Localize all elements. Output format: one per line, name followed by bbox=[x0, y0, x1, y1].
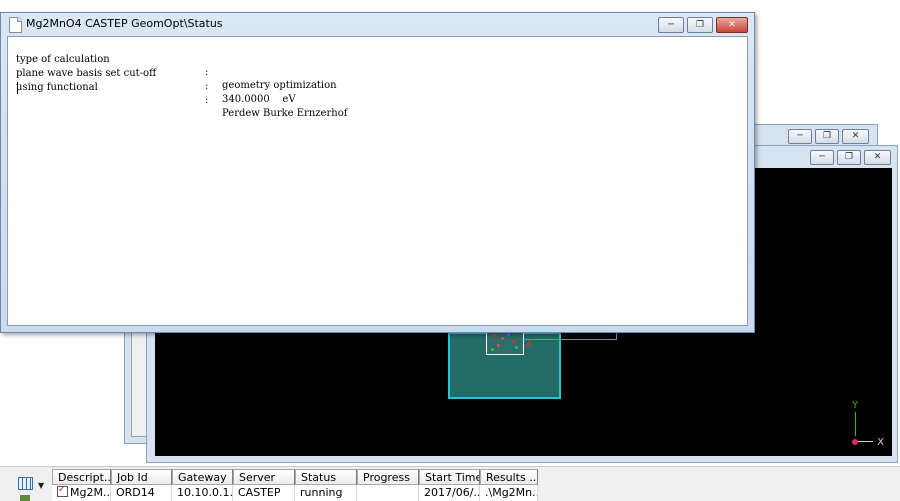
text-caret bbox=[17, 82, 18, 94]
job-table: Descript... Job Id Gateway Server Status… bbox=[52, 469, 538, 501]
window-controls: ─ ❐ ✕ bbox=[788, 129, 869, 144]
status-value: 340.0000 eV bbox=[222, 94, 296, 105]
cell-gateway: 10.10.0.1... bbox=[172, 485, 233, 501]
minimize-button[interactable]: ─ bbox=[788, 129, 812, 144]
cell-progress bbox=[357, 485, 419, 501]
close-button[interactable]: ✕ bbox=[842, 129, 869, 144]
restore-button[interactable]: ❐ bbox=[687, 17, 713, 33]
title-bar[interactable]: Mg2MnO4 CASTEP GeomOpt\Status ─ ❐ ✕ bbox=[1, 13, 754, 35]
dropdown-arrow-icon[interactable]: ▼ bbox=[38, 481, 44, 490]
table-header: Descript... Job Id Gateway Server Status… bbox=[52, 469, 538, 485]
cell-server: CASTEP bbox=[233, 485, 295, 501]
atom bbox=[512, 340, 515, 343]
minimize-button[interactable]: ─ bbox=[658, 17, 684, 33]
window-controls: ─ ❐ ✕ bbox=[658, 17, 748, 33]
status-separator: : bbox=[205, 95, 209, 106]
job-explorer: ▼ Descript... Job Id Gateway Server Stat… bbox=[0, 466, 900, 501]
grid-view-icon[interactable] bbox=[18, 477, 33, 490]
close-button[interactable]: ✕ bbox=[716, 17, 748, 33]
checkbox-icon[interactable] bbox=[57, 485, 68, 498]
cell-status: running bbox=[295, 485, 357, 501]
column-header-results[interactable]: Results ... bbox=[480, 469, 538, 485]
table-row[interactable]: Mg2M... ORD14 10.10.0.1... CASTEP runnin… bbox=[52, 485, 538, 501]
column-header-description[interactable]: Descript... bbox=[52, 469, 111, 485]
status-key: using functional bbox=[16, 82, 98, 93]
unit-cell[interactable]: A bbox=[448, 329, 617, 399]
lattice-axis-label: A bbox=[526, 340, 533, 350]
status-window[interactable]: Mg2MnO4 CASTEP GeomOpt\Status ─ ❐ ✕ type… bbox=[0, 12, 755, 333]
atom bbox=[491, 348, 494, 351]
column-header-server[interactable]: Server bbox=[233, 469, 295, 485]
axis-y-line bbox=[855, 412, 856, 436]
column-header-start-time[interactable]: Start Time bbox=[419, 469, 480, 485]
grid-toolbar: ▼ bbox=[0, 467, 52, 501]
column-header-status[interactable]: Status bbox=[295, 469, 357, 485]
restore-button[interactable]: ❐ bbox=[837, 150, 861, 165]
minimize-button[interactable]: ─ bbox=[810, 150, 834, 165]
status-value: geometry optimization bbox=[222, 80, 337, 91]
atom bbox=[507, 333, 510, 336]
cell-results: .\Mg2Mn... bbox=[480, 485, 538, 501]
lattice-vector-line bbox=[522, 339, 617, 340]
atom bbox=[497, 344, 500, 347]
status-separator: : bbox=[205, 67, 209, 78]
atom bbox=[493, 334, 496, 337]
axis-triad: Y X bbox=[844, 400, 884, 450]
cell-job-id: ORD14 bbox=[111, 485, 172, 501]
axis-y-label: Y bbox=[852, 400, 859, 411]
job-icon bbox=[20, 495, 30, 501]
status-key: plane wave basis set cut-off bbox=[16, 68, 157, 79]
column-header-job-id[interactable]: Job Id bbox=[111, 469, 172, 485]
column-header-progress[interactable]: Progress bbox=[357, 469, 419, 485]
cell-description[interactable]: Mg2M... bbox=[52, 485, 111, 501]
restore-button[interactable]: ❐ bbox=[815, 129, 839, 144]
atom bbox=[501, 337, 504, 340]
atom bbox=[515, 346, 518, 349]
document-icon bbox=[9, 17, 22, 33]
status-text-area[interactable]: type of calculation : geometry optimizat… bbox=[7, 36, 748, 326]
window-controls: ─ ❐ ✕ bbox=[810, 150, 891, 165]
status-value: Perdew Burke Ernzerhof bbox=[222, 108, 348, 119]
status-separator: : bbox=[205, 81, 209, 92]
axis-z-marker bbox=[852, 439, 858, 445]
window-title: Mg2MnO4 CASTEP GeomOpt\Status bbox=[26, 17, 223, 30]
status-line: using functional : Perdew Burke Ernzerho… bbox=[16, 68, 347, 133]
cell-description-text: Mg2M... bbox=[70, 486, 111, 499]
cell-start-time: 2017/06/... bbox=[419, 485, 480, 501]
lattice-vector-line bbox=[616, 333, 617, 340]
column-header-gateway[interactable]: Gateway bbox=[172, 469, 233, 485]
axis-x-label: X bbox=[877, 437, 884, 448]
close-button[interactable]: ✕ bbox=[864, 150, 891, 165]
